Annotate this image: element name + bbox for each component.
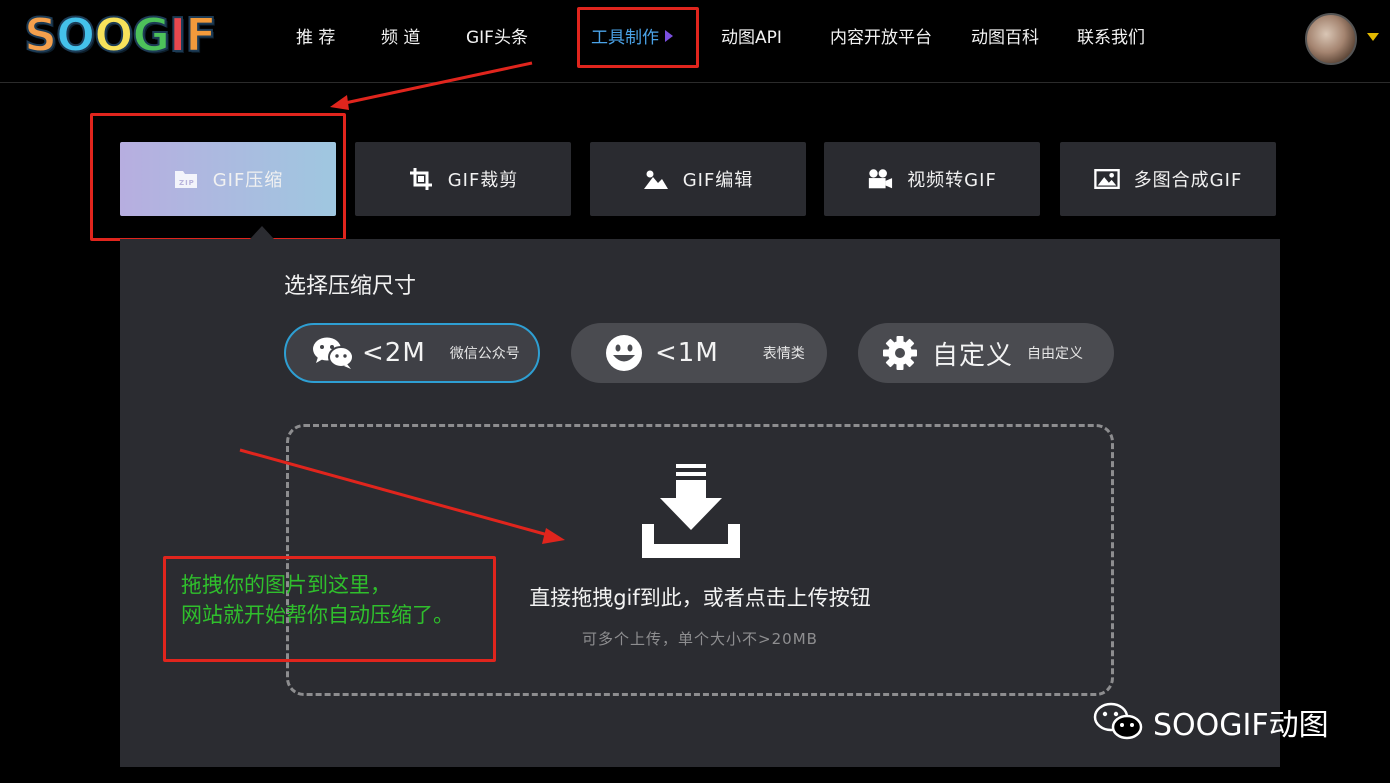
arrow-head-top [330, 95, 349, 110]
arrow-line-top [344, 61, 533, 105]
annotation-arrows [239, 61, 565, 544]
arrow-head-bottom [542, 528, 565, 544]
wechat-icon [1093, 702, 1143, 742]
watermark: SOOGIF动图 [1093, 700, 1329, 744]
watermark-text: SOOGIF动图 [1153, 708, 1329, 743]
arrow-line-bottom [239, 448, 549, 537]
